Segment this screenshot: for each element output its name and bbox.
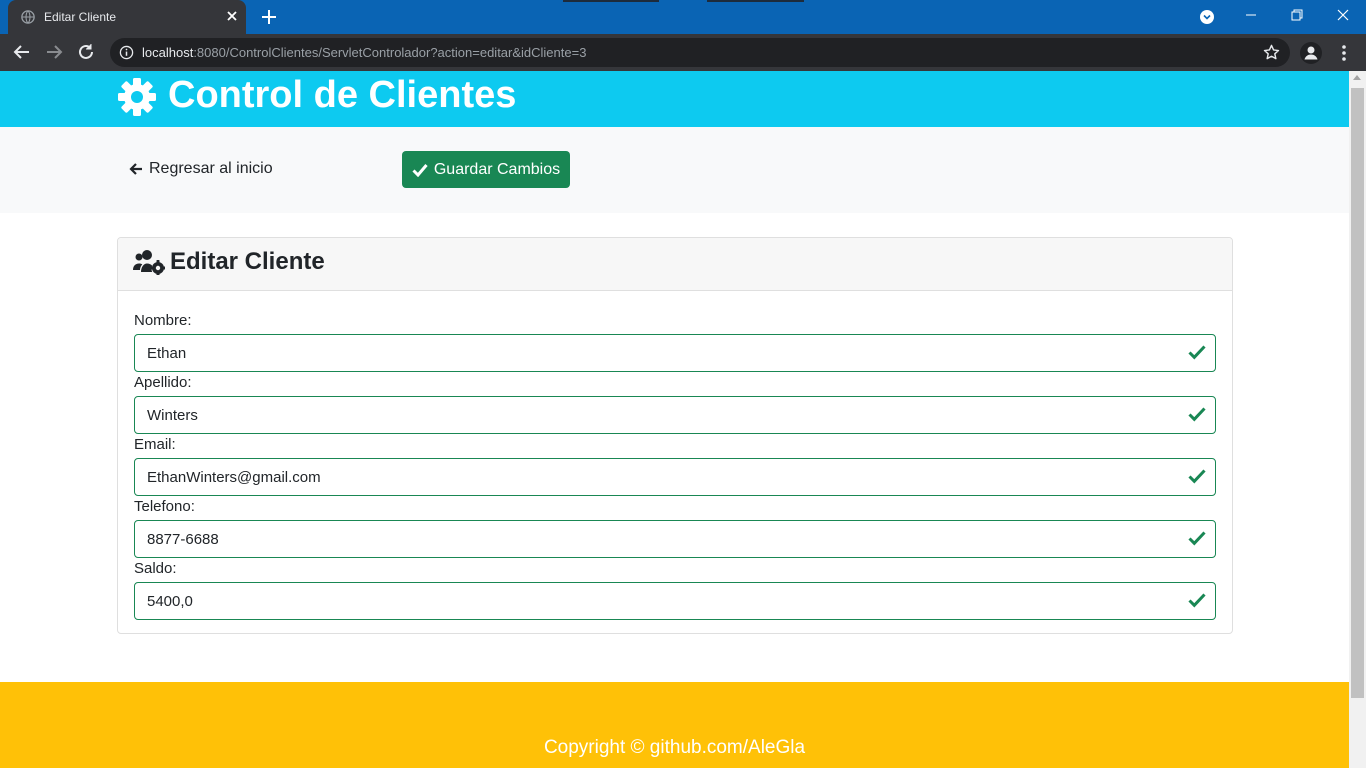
browser-tab-strip: Editar Cliente <box>0 0 1366 34</box>
url-host: localhost <box>142 45 194 60</box>
page-header: Control de Clientes <box>0 71 1349 127</box>
tab-search-button[interactable] <box>1184 2 1230 32</box>
page-viewport: Control de Clientes Regresar al inicio G… <box>0 71 1366 768</box>
back-button[interactable] <box>12 42 32 62</box>
check-icon <box>1188 407 1206 422</box>
close-icon <box>1337 9 1349 21</box>
restore-button[interactable] <box>1274 0 1320 30</box>
nombre-input[interactable] <box>134 334 1216 372</box>
field-label-saldo: Saldo: <box>134 560 177 577</box>
back-to-home-link[interactable]: Regresar al inicio <box>129 160 273 178</box>
email-input[interactable] <box>134 458 1216 496</box>
field-telefono: Telefono: <box>134 497 1216 558</box>
close-window-button[interactable] <box>1320 0 1366 30</box>
minimize-button[interactable] <box>1228 0 1274 30</box>
address-bar[interactable]: localhost:8080/ControlClientes/ServletCo… <box>110 38 1290 67</box>
url-text: localhost:8080/ControlClientes/ServletCo… <box>142 45 586 60</box>
field-label-nombre: Nombre: <box>134 312 192 329</box>
browser-toolbar: localhost:8080/ControlClientes/ServletCo… <box>0 34 1366 71</box>
cog-icon <box>118 78 156 116</box>
field-email: Email: <box>134 435 1216 496</box>
check-icon <box>1188 345 1206 360</box>
reload-icon <box>79 44 93 59</box>
page-footer: Copyright © github.com/AleGla <box>0 682 1349 768</box>
field-saldo: Saldo: <box>134 559 1216 620</box>
tab-strip-notch <box>563 0 659 2</box>
reload-button[interactable] <box>76 42 96 62</box>
tab-strip-notch <box>707 0 804 2</box>
field-apellido: Apellido: <box>134 373 1216 434</box>
save-button-label: Guardar Cambios <box>433 160 561 178</box>
bookmark-star-icon[interactable] <box>1263 44 1280 61</box>
edit-client-card: Editar Cliente Nombre: Apellido: Email: … <box>117 237 1233 634</box>
tab-title: Editar Cliente <box>44 10 117 24</box>
url-path: :8080/ControlClientes/ServletControlador… <box>193 45 587 60</box>
card-header: Editar Cliente <box>118 238 1232 291</box>
users-cog-icon <box>133 250 165 275</box>
check-icon <box>412 163 428 177</box>
kebab-menu-icon[interactable] <box>1336 42 1352 64</box>
info-icon[interactable] <box>119 45 134 60</box>
telefono-input[interactable] <box>134 520 1216 558</box>
check-icon <box>1188 531 1206 546</box>
arrow-left-icon <box>13 45 29 59</box>
check-icon <box>1188 593 1206 608</box>
check-icon <box>1188 469 1206 484</box>
new-tab-icon[interactable] <box>260 8 278 26</box>
close-tab-icon[interactable] <box>225 9 239 23</box>
field-label-telefono: Telefono: <box>134 498 195 515</box>
field-label-apellido: Apellido: <box>134 374 192 391</box>
action-bar: Regresar al inicio Guardar Cambios <box>0 127 1349 213</box>
scroll-up-arrow-icon[interactable] <box>1353 75 1361 80</box>
browser-tab[interactable]: Editar Cliente <box>8 0 246 34</box>
restore-icon <box>1291 9 1303 21</box>
chevron-down-icon <box>1200 10 1214 24</box>
profile-icon[interactable] <box>1300 42 1322 64</box>
page-title: Control de Clientes <box>168 74 517 116</box>
globe-icon <box>21 10 35 24</box>
saldo-input[interactable] <box>134 582 1216 620</box>
scrollbar-thumb[interactable] <box>1351 88 1364 698</box>
save-changes-button[interactable]: Guardar Cambios <box>402 151 570 188</box>
field-nombre: Nombre: <box>134 311 1216 372</box>
card-title: Editar Cliente <box>170 248 325 275</box>
back-link-label: Regresar al inicio <box>149 160 273 177</box>
arrow-left-icon <box>129 163 142 175</box>
minimize-icon <box>1246 14 1256 16</box>
field-label-email: Email: <box>134 436 176 453</box>
apellido-input[interactable] <box>134 396 1216 434</box>
arrow-right-icon <box>47 45 63 59</box>
page-scrollbar[interactable] <box>1349 71 1366 768</box>
footer-copyright: Copyright © github.com/AleGla <box>543 737 806 758</box>
forward-button[interactable] <box>44 42 64 62</box>
